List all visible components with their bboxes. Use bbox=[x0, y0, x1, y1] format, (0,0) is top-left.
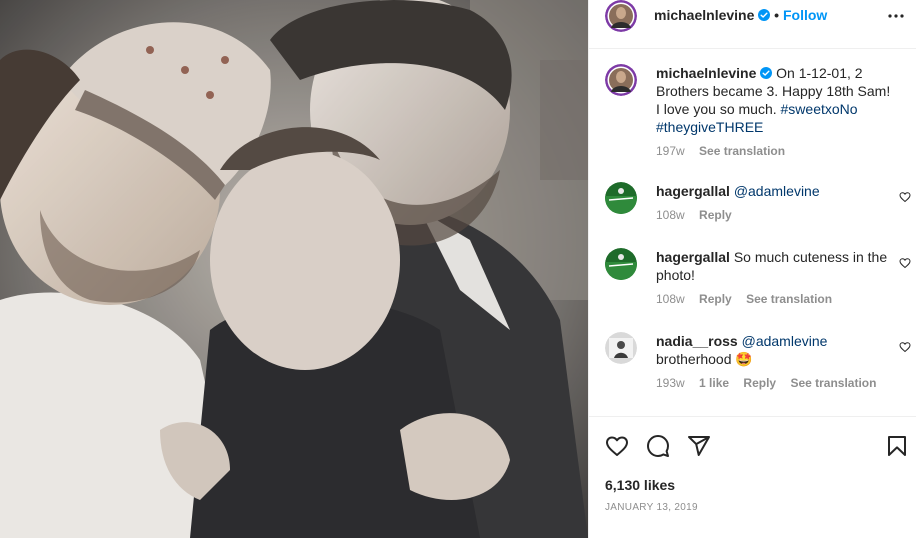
comment-text: brotherhood 🤩 bbox=[656, 351, 753, 367]
comment-body: hagergallal So much cuteness in the phot… bbox=[656, 248, 892, 306]
verified-badge-icon bbox=[758, 9, 771, 21]
comment-heart-icon[interactable] bbox=[899, 341, 911, 353]
share-icon[interactable] bbox=[687, 434, 711, 458]
caption-hashtag[interactable]: #theygiveTHREE bbox=[656, 119, 763, 135]
comment-body: nadia__ross @adamlevine brotherhood 🤩 19… bbox=[656, 332, 892, 390]
author-avatar[interactable] bbox=[605, 0, 637, 32]
comment-age[interactable]: 108w bbox=[656, 208, 685, 222]
bookmark-icon[interactable] bbox=[885, 434, 909, 458]
see-translation-button[interactable]: See translation bbox=[699, 144, 785, 158]
commenter-avatar[interactable] bbox=[605, 332, 637, 364]
post-date[interactable]: JANUARY 13, 2019 bbox=[605, 502, 698, 513]
comment-age[interactable]: 108w bbox=[656, 292, 685, 306]
comment-icon[interactable] bbox=[646, 434, 670, 458]
see-translation-button[interactable]: See translation bbox=[790, 376, 876, 390]
see-translation-button[interactable]: See translation bbox=[746, 292, 832, 306]
post-actions bbox=[605, 434, 909, 462]
comment-meta: 108w Reply bbox=[656, 208, 892, 222]
author-username[interactable]: michaelnlevine bbox=[654, 7, 754, 23]
post-header: michaelnlevine • Follow bbox=[589, 0, 916, 34]
comment-mention[interactable]: @adamlevine bbox=[742, 333, 828, 349]
more-horizontal-icon[interactable] bbox=[887, 7, 905, 25]
caption-username[interactable]: michaelnlevine bbox=[656, 65, 756, 81]
caption-avatar[interactable] bbox=[605, 64, 637, 96]
reply-button[interactable]: Reply bbox=[699, 292, 732, 306]
caption-body: michaelnlevine On 1-12-01, 2 Brothers be… bbox=[656, 64, 892, 158]
comments-section: michaelnlevine On 1-12-01, 2 Brothers be… bbox=[589, 48, 916, 416]
heart-icon[interactable] bbox=[605, 434, 629, 458]
follow-button[interactable]: Follow bbox=[783, 7, 827, 23]
comment-meta: 108w Reply See translation bbox=[656, 292, 892, 306]
actions-divider bbox=[589, 416, 916, 417]
comment-likes[interactable]: 1 like bbox=[699, 376, 729, 390]
post-sidebar: michaelnlevine • Follow michaelnlevine O… bbox=[588, 0, 916, 538]
caption-hashtag[interactable]: #sweetxoNo bbox=[781, 101, 858, 117]
comment-body: hagergallal @adamlevine 108w Reply bbox=[656, 182, 892, 222]
comment-mention[interactable]: @adamlevine bbox=[734, 183, 820, 199]
commenter-avatar[interactable] bbox=[605, 182, 637, 214]
comment-meta: 193w 1 like Reply See translation bbox=[656, 376, 892, 390]
caption-age[interactable]: 197w bbox=[656, 144, 685, 158]
reply-button[interactable]: Reply bbox=[743, 376, 776, 390]
likes-count[interactable]: 6,130 likes bbox=[605, 477, 675, 493]
comment-heart-icon[interactable] bbox=[899, 257, 911, 269]
commenter-avatar[interactable] bbox=[605, 248, 637, 280]
caption-meta: 197w See translation bbox=[656, 144, 892, 158]
commenter-username[interactable]: hagergallal bbox=[656, 249, 730, 265]
commenter-username[interactable]: nadia__ross bbox=[656, 333, 738, 349]
comment-age[interactable]: 193w bbox=[656, 376, 685, 390]
verified-badge-icon bbox=[760, 67, 773, 79]
comment-heart-icon[interactable] bbox=[899, 191, 911, 203]
post-photo[interactable] bbox=[0, 0, 588, 538]
header-separator: • bbox=[774, 7, 780, 23]
reply-button[interactable]: Reply bbox=[699, 208, 732, 222]
photo-image bbox=[0, 0, 588, 538]
commenter-username[interactable]: hagergallal bbox=[656, 183, 730, 199]
